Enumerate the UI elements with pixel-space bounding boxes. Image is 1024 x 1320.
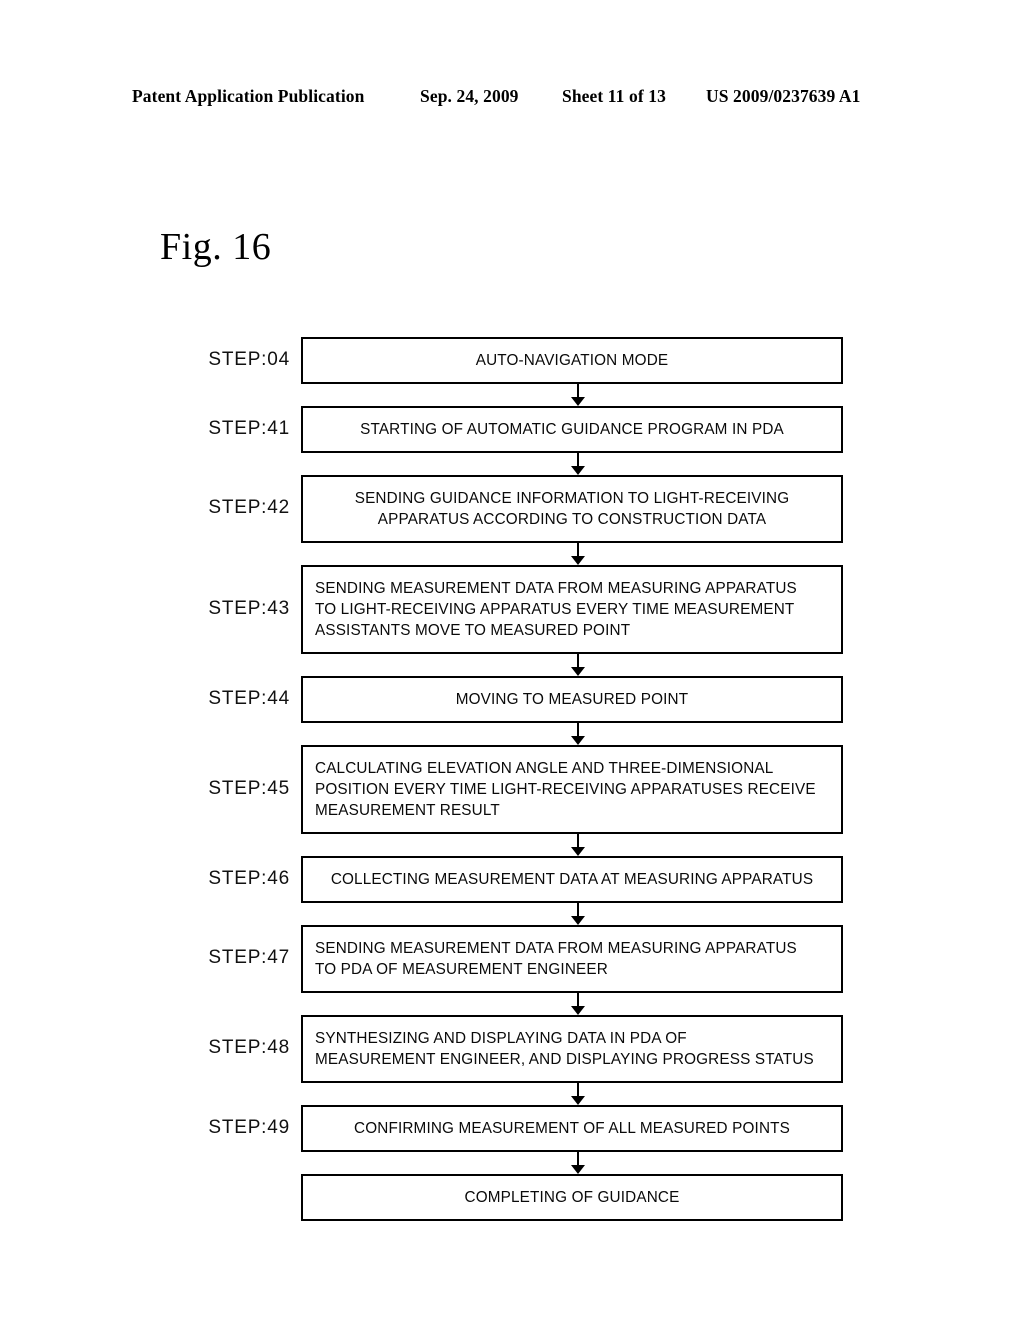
flow-arrow-down-icon [571, 993, 585, 1015]
process-box: SENDING GUIDANCE INFORMATION TO LIGHT-RE… [301, 475, 843, 543]
step-label-step43: STEP:43 [208, 597, 290, 619]
flow-arrow-down-icon [571, 903, 585, 925]
process-box-text: SENDING MEASUREMENT DATA FROM MEASURING … [315, 580, 797, 639]
arrow-shaft [577, 903, 579, 917]
process-box: STARTING OF AUTOMATIC GUIDANCE PROGRAM I… [301, 406, 843, 453]
process-box: SENDING MEASUREMENT DATA FROM MEASURING … [301, 925, 843, 993]
process-box-text: SENDING GUIDANCE INFORMATION TO LIGHT-RE… [354, 490, 790, 528]
step-label-step41: STEP:41 [208, 417, 290, 439]
arrow-shaft [577, 834, 579, 848]
arrow-shaft [577, 723, 579, 737]
arrow-shaft [577, 543, 579, 557]
process-box-text: CONFIRMING MEASUREMENT OF ALL MEASURED P… [354, 1120, 790, 1137]
arrow-head [571, 916, 585, 925]
arrow-head [571, 847, 585, 856]
process-box-text: COMPLETING OF GUIDANCE [464, 1189, 680, 1206]
step-label-step48: STEP:48 [208, 1037, 290, 1058]
arrow-head [571, 1165, 585, 1174]
step-label-step45: STEP:45 [208, 777, 290, 799]
process-box-text: SENDING MEASUREMENT DATA FROM MEASURING … [315, 940, 797, 978]
process-box-text: STARTING OF AUTOMATIC GUIDANCE PROGRAM I… [360, 421, 784, 438]
step-label-step47: STEP:47 [208, 947, 290, 968]
flow-arrow-down-icon [571, 384, 585, 406]
process-box-text: MOVING TO MEASURED POINT [455, 691, 689, 708]
process-box: COMPLETING OF GUIDANCE [301, 1174, 843, 1221]
process-box: COLLECTING MEASUREMENT DATA AT MEASURING… [301, 856, 843, 903]
process-box: SYNTHESIZING AND DISPLAYING DATA IN PDA … [301, 1015, 843, 1083]
flow-arrow-down-icon [571, 1083, 585, 1105]
process-box: SENDING MEASUREMENT DATA FROM MEASURING … [301, 565, 843, 654]
process-box-text: AUTO-NAVIGATION MODE [475, 352, 669, 369]
process-box-text: COLLECTING MEASUREMENT DATA AT MEASURING… [330, 871, 814, 888]
arrow-shaft [577, 384, 579, 398]
process-box: CALCULATING ELEVATION ANGLE AND THREE-DI… [301, 745, 843, 834]
arrow-head [571, 397, 585, 406]
arrow-head [571, 1096, 585, 1105]
process-box-text: SYNTHESIZING AND DISPLAYING DATA IN PDA … [315, 1030, 814, 1068]
flow-arrow-down-icon [571, 654, 585, 676]
flowchart-diagram: STEP:04 AUTO-NAVIGATION MODE STEP:41 STARTI… [0, 0, 1024, 1320]
arrow-head [571, 736, 585, 745]
flow-arrow-down-icon [571, 453, 585, 475]
arrow-head [571, 667, 585, 676]
arrow-shaft [577, 993, 579, 1007]
step-label-step04: STEP:04 [208, 348, 290, 370]
process-box: AUTO-NAVIGATION MODE [301, 337, 843, 384]
process-box: CONFIRMING MEASUREMENT OF ALL MEASURED P… [301, 1105, 843, 1152]
process-box: MOVING TO MEASURED POINT [301, 676, 843, 723]
arrow-head [571, 556, 585, 565]
step-label-step46: STEP:46 [208, 867, 290, 889]
arrow-shaft [577, 1083, 579, 1097]
flow-arrow-down-icon [571, 834, 585, 856]
flow-arrow-down-icon [571, 543, 585, 565]
arrow-head [571, 1006, 585, 1015]
flow-arrow-down-icon [571, 1152, 585, 1174]
step-label-step49: STEP:49 [208, 1116, 290, 1138]
process-box-text: CALCULATING ELEVATION ANGLE AND THREE-DI… [315, 760, 816, 819]
flow-arrow-down-icon [571, 723, 585, 745]
arrow-shaft [577, 1152, 579, 1166]
arrow-head [571, 466, 585, 475]
arrow-shaft [577, 453, 579, 467]
step-label-step42: STEP:42 [208, 497, 290, 518]
arrow-shaft [577, 654, 579, 668]
step-label-step44: STEP:44 [208, 687, 290, 709]
